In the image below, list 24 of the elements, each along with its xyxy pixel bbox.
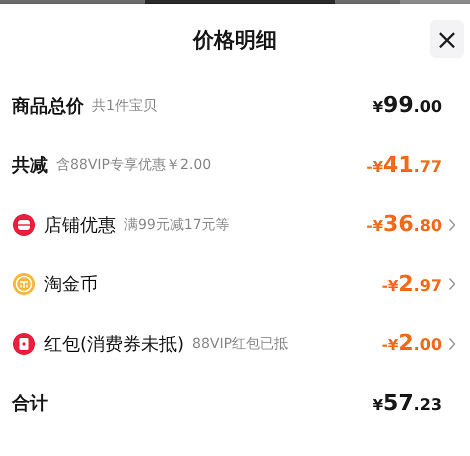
amount: -¥2.00 [382, 331, 442, 356]
chevron-icon[interactable] [448, 218, 456, 232]
row-note: 含88VIP专享优惠￥2.00 [56, 156, 212, 174]
envelope-icon [12, 332, 36, 356]
row-label: 淘金币 [44, 273, 98, 296]
row-label: 店铺优惠 [44, 214, 116, 237]
amount: -¥2.97 [382, 272, 442, 297]
row-label: 合计 [12, 392, 48, 416]
amount: ¥99.00 [372, 93, 442, 118]
amount: ¥57.23 [372, 390, 442, 416]
row-label: 红包(消费券未抵) [44, 332, 184, 356]
coin-icon [12, 272, 36, 296]
sheet-title: 价格明细 [193, 27, 277, 54]
row-label: 商品总价 [12, 94, 84, 118]
row-note: 88VIP红包已抵 [192, 334, 288, 353]
shop-icon [12, 212, 36, 237]
chevron-icon[interactable] [448, 277, 456, 292]
amount: -¥41.77 [366, 152, 442, 178]
amount: -¥36.80 [366, 212, 442, 238]
row-label: 共减 [12, 154, 48, 178]
chevron-icon[interactable] [448, 336, 456, 351]
row-note: 共1件宝贝 [92, 96, 157, 115]
close-button[interactable]: × [430, 20, 464, 58]
row-note: 满99元减17元等 [124, 216, 230, 234]
